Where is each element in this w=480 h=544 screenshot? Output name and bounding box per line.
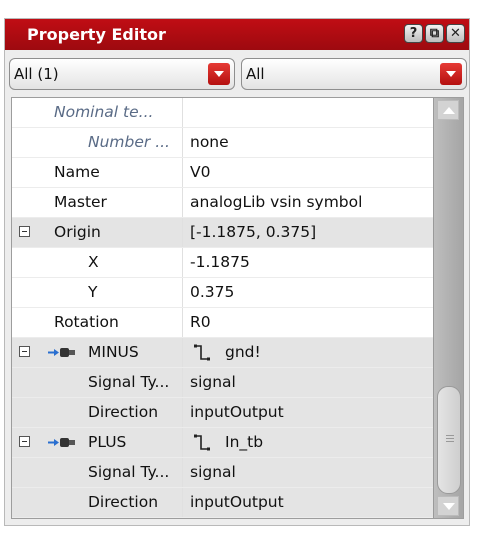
property-name-cell: Name (12, 158, 182, 187)
property-name: Direction (88, 493, 159, 511)
property-row[interactable]: X -1.1875 (12, 248, 433, 278)
property-name-cell: MINUS (12, 338, 182, 367)
property-name-cell: Origin (12, 218, 182, 247)
property-row[interactable]: MINUS gnd! (12, 338, 433, 368)
property-name: PLUS (88, 433, 127, 451)
property-editor-panel: Property Editor ? ⧉ ✕ All (1) All Nomina… (4, 18, 470, 526)
chevron-down-icon[interactable] (440, 63, 462, 85)
net-wire-icon (194, 434, 210, 451)
collapse-box-icon[interactable] (19, 346, 30, 357)
property-table: Nominal te... Number ... none Name V0 Master a… (11, 97, 464, 519)
property-value-cell[interactable]: inputOutput (182, 488, 434, 517)
property-value-cell[interactable]: gnd! (182, 338, 434, 367)
plug-icon (48, 348, 75, 357)
property-filter-value: All (246, 65, 265, 83)
property-name-cell: Master (12, 188, 182, 217)
property-name: Signal Ty... (88, 463, 170, 481)
property-row[interactable]: Direction inputOutput (12, 398, 433, 428)
property-value-cell[interactable]: V0 (182, 158, 434, 187)
property-name: Nominal te... (54, 103, 154, 121)
property-name: Master (54, 193, 107, 211)
property-value: signal (190, 463, 236, 481)
property-row[interactable]: Origin [-1.1875, 0.375] (12, 218, 433, 248)
property-name-cell: Y (12, 278, 182, 307)
property-value-cell[interactable]: none (182, 128, 434, 157)
property-name: Name (54, 163, 100, 181)
property-value-cell[interactable]: signal (182, 458, 434, 487)
property-value-cell[interactable] (182, 98, 434, 127)
property-name: X (88, 253, 99, 271)
help-icon[interactable]: ? (404, 24, 423, 43)
property-value-cell[interactable]: -1.1875 (182, 248, 434, 277)
property-name-cell: Number ... (12, 128, 182, 157)
property-value: V0 (190, 163, 211, 181)
property-value-cell[interactable]: analogLib vsin symbol (182, 188, 434, 217)
property-value: signal (190, 373, 236, 391)
property-row[interactable]: Number ... none (12, 128, 433, 158)
collapse-box-icon[interactable] (19, 226, 30, 237)
filter-bar: All (1) All (9, 58, 467, 90)
plug-icon (48, 438, 75, 447)
property-name-cell: Rotation (12, 308, 182, 337)
property-value: analogLib vsin symbol (190, 193, 363, 211)
property-row[interactable]: PLUS In_tb (12, 428, 433, 458)
title-buttons: ? ⧉ ✕ (404, 24, 465, 43)
property-value: 0.375 (190, 283, 235, 301)
scrollbar-thumb[interactable] (437, 386, 461, 494)
property-name: Y (88, 283, 98, 301)
property-value-cell[interactable]: R0 (182, 308, 434, 337)
close-icon[interactable]: ✕ (446, 24, 465, 43)
property-value: -1.1875 (190, 253, 250, 271)
property-value: In_tb (225, 433, 264, 451)
scroll-up-icon[interactable] (437, 100, 459, 120)
property-name-cell: X (12, 248, 182, 277)
net-wire-icon (194, 344, 210, 361)
property-row[interactable]: Direction inputOutput (12, 488, 433, 518)
grip-icon (446, 435, 454, 436)
property-name-cell: Signal Ty... (12, 368, 182, 397)
property-value: inputOutput (190, 493, 284, 511)
property-row[interactable]: Master analogLib vsin symbol (12, 188, 433, 218)
window-title: Property Editor (27, 25, 166, 44)
property-row[interactable]: Rotation R0 (12, 308, 433, 338)
property-filter-combo[interactable]: All (241, 58, 467, 90)
property-value: gnd! (225, 343, 261, 361)
property-row[interactable]: Name V0 (12, 158, 433, 188)
property-name: MINUS (88, 343, 139, 361)
property-name: Direction (88, 403, 159, 421)
collapse-box-icon[interactable] (19, 436, 30, 447)
property-row[interactable]: Nominal te... (12, 98, 433, 128)
property-rows: Nominal te... Number ... none Name V0 Master a… (12, 98, 433, 518)
property-value-cell[interactable]: In_tb (182, 428, 434, 457)
property-name: Signal Ty... (88, 373, 170, 391)
title-bar: Property Editor ? ⧉ ✕ (5, 19, 469, 50)
property-name-cell: PLUS (12, 428, 182, 457)
property-value: R0 (190, 313, 211, 331)
property-value-cell[interactable]: inputOutput (182, 398, 434, 427)
chevron-down-icon[interactable] (208, 63, 230, 85)
property-value: none (190, 133, 229, 151)
property-name: Number ... (88, 133, 170, 151)
property-name-cell: Direction (12, 488, 182, 517)
property-value-cell[interactable]: signal (182, 368, 434, 397)
property-row[interactable]: Signal Ty... signal (12, 458, 433, 488)
property-name: Origin (54, 223, 101, 241)
object-filter-value: All (1) (14, 65, 59, 83)
property-name-cell: Direction (12, 398, 182, 427)
vertical-scrollbar[interactable] (433, 98, 463, 518)
property-name-cell: Signal Ty... (12, 458, 182, 487)
object-filter-combo[interactable]: All (1) (9, 58, 235, 90)
property-value: [-1.1875, 0.375] (190, 223, 317, 241)
property-value-cell[interactable]: 0.375 (182, 278, 434, 307)
float-window-icon[interactable]: ⧉ (425, 24, 444, 43)
property-row[interactable]: Signal Ty... signal (12, 368, 433, 398)
property-row[interactable]: Y 0.375 (12, 278, 433, 308)
scroll-down-icon[interactable] (437, 496, 459, 516)
property-name-cell: Nominal te... (12, 98, 182, 127)
property-value-cell[interactable]: [-1.1875, 0.375] (182, 218, 434, 247)
property-value: inputOutput (190, 403, 284, 421)
property-name: Rotation (54, 313, 119, 331)
